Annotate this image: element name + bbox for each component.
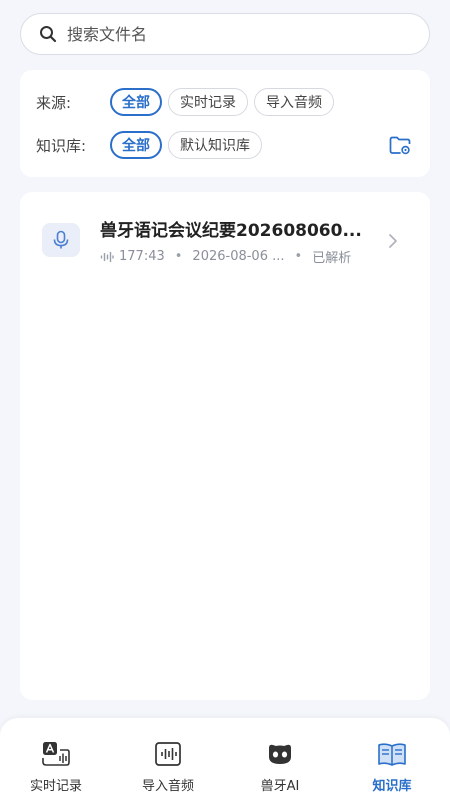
tab-label: 知识库	[372, 779, 412, 794]
file-status: 已解析	[312, 251, 352, 266]
file-date: 2026-08-06 ...	[192, 249, 285, 264]
bottom-nav: 实时记录 导入音频 兽牙AI 知识库	[0, 718, 450, 800]
chevron-right-icon	[389, 234, 397, 248]
file-list: 兽牙语记会议纪要202608060... 177:43 • 2026-08-06…	[20, 192, 430, 700]
import-audio-icon	[155, 742, 181, 766]
file-title: 兽牙语记会议纪要202608060...	[100, 221, 362, 241]
source-chip-import[interactable]: 导入音频	[254, 88, 334, 116]
library-chip-default[interactable]: 默认知识库	[168, 131, 262, 159]
file-meta: 177:43 • 2026-08-06 ... • 已解析	[100, 247, 351, 266]
source-chip-realtime[interactable]: 实时记录	[168, 88, 248, 116]
tab-label: 实时记录	[29, 779, 82, 794]
filter-card: 来源: 全部 实时记录 导入音频 知识库: 全部 默认知识库	[20, 70, 430, 177]
ai-robot-icon	[269, 744, 291, 764]
tab-import-audio[interactable]: 导入音频	[112, 718, 224, 800]
tab-ai[interactable]: 兽牙AI	[224, 718, 336, 800]
tab-realtime-record[interactable]: 实时记录	[0, 718, 112, 800]
list-item[interactable]: 兽牙语记会议纪要202608060... 177:43 • 2026-08-06…	[20, 212, 430, 272]
file-duration: 177:43	[119, 249, 165, 264]
tab-knowledge-base[interactable]: 知识库	[336, 718, 448, 800]
search-bar[interactable]	[20, 13, 430, 55]
meta-separator: •	[174, 249, 183, 264]
tab-label: 导入音频	[141, 779, 194, 794]
search-icon	[40, 26, 57, 43]
realtime-record-icon	[42, 742, 70, 766]
knowledge-book-icon	[378, 743, 406, 766]
microphone-icon	[42, 223, 80, 257]
library-filter-label: 知识库:	[36, 136, 87, 155]
audio-wave-icon	[100, 251, 114, 262]
source-chip-all[interactable]: 全部	[110, 88, 162, 116]
meta-separator: •	[294, 249, 303, 264]
source-filter-label: 来源:	[36, 93, 72, 112]
library-filter-row: 知识库: 全部 默认知识库	[36, 131, 268, 159]
knowledge-base-page: 来源: 全部 实时记录 导入音频 知识库: 全部 默认知识库	[0, 0, 450, 800]
source-filter-row: 来源: 全部 实时记录 导入音频	[36, 88, 340, 116]
library-chip-all[interactable]: 全部	[110, 131, 162, 159]
search-input[interactable]	[67, 24, 387, 44]
folder-settings-icon[interactable]	[388, 133, 412, 157]
tab-label: 兽牙AI	[260, 779, 300, 794]
